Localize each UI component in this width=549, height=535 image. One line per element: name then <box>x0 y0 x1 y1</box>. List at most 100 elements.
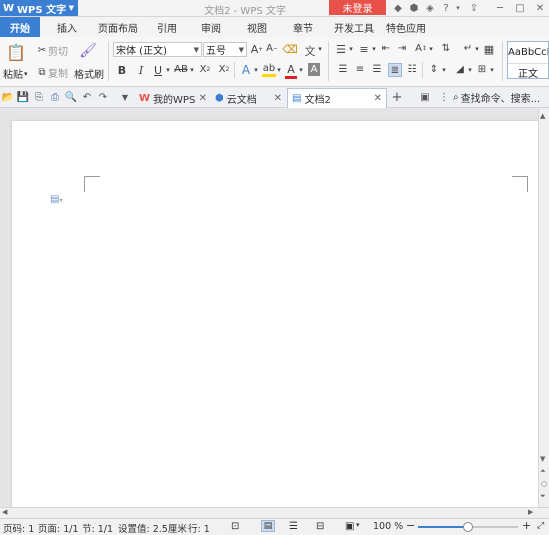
chevron-down-icon[interactable]: ▾ <box>253 66 259 74</box>
web-view-icon[interactable]: ⊟ <box>316 521 324 532</box>
undo-icon[interactable]: ↶ <box>81 91 93 103</box>
scroll-right-icon[interactable]: ▶ <box>528 508 533 516</box>
scroll-left-icon[interactable]: ◀ <box>2 508 7 516</box>
chevron-down-icon[interactable]: ▾ <box>165 66 171 74</box>
reading-view-icon[interactable]: ▣ <box>345 521 354 532</box>
app-menu-button[interactable]: W WPS 文字 ▼ <box>0 0 78 16</box>
command-search[interactable]: ⌕ 查找命令、搜索... <box>453 90 549 105</box>
distributed-align-icon[interactable]: ☷ <box>406 64 418 75</box>
tab-list-icon[interactable]: ▣ <box>419 91 431 103</box>
upload-icon[interactable]: ⇪ <box>468 2 480 14</box>
strikethrough-icon[interactable]: AB <box>174 64 188 75</box>
tab-chapter[interactable]: 章节 <box>288 17 318 37</box>
zoom-slider-thumb[interactable] <box>463 522 473 532</box>
highlight-icon[interactable]: ab <box>262 63 276 77</box>
copy-button[interactable]: ⧉ 复制 <box>36 65 68 80</box>
tab-references[interactable]: 引用 <box>152 17 182 37</box>
grow-font-icon[interactable]: A + <box>251 43 264 56</box>
chevron-down-icon[interactable]: ▾ <box>348 45 354 53</box>
prev-page-icon[interactable]: ⏶ <box>540 467 546 476</box>
format-painter-label[interactable]: 格式刷 <box>74 66 104 81</box>
open-folder-icon[interactable]: 📂 <box>2 91 14 103</box>
paragraph-mark-icon[interactable]: ↵ <box>462 43 474 54</box>
tab-review[interactable]: 审阅 <box>196 17 226 37</box>
select-browse-object-icon[interactable]: ○ <box>541 480 547 488</box>
phonetic-guide-icon[interactable]: 文 <box>304 43 316 59</box>
chevron-down-icon[interactable]: ▾ <box>474 45 480 53</box>
justify-icon[interactable]: ≣ <box>388 63 402 77</box>
table-icon[interactable]: ▦ <box>483 43 495 56</box>
fit-window-icon[interactable]: ⤢ <box>537 521 544 531</box>
tab-home[interactable]: 开始 <box>0 17 40 37</box>
paste-button[interactable]: 粘贴 ▾ <box>3 66 28 82</box>
clear-format-icon[interactable]: ⌫ <box>282 43 298 56</box>
numbered-list-icon[interactable]: ≡ <box>357 43 371 56</box>
close-icon[interactable]: ✕ <box>199 93 207 104</box>
paragraph-options-icon[interactable]: ▤▾ <box>50 194 62 205</box>
tab-document2[interactable]: ▤ 文档2 ✕ <box>287 88 387 108</box>
paste-icon[interactable]: 📋 <box>6 42 26 62</box>
cut-button[interactable]: ✂ 剪切 <box>36 43 68 58</box>
italic-icon[interactable]: I <box>135 64 147 77</box>
chevron-down-icon[interactable]: ▾ <box>276 66 282 74</box>
underline-icon[interactable]: U <box>152 64 164 77</box>
bold-icon[interactable]: B <box>116 64 128 77</box>
maximize-icon[interactable]: □ <box>514 2 526 14</box>
bullet-list-icon[interactable]: ☰ <box>334 43 348 56</box>
vertical-scrollbar[interactable] <box>538 109 549 507</box>
text-effect-icon[interactable]: A <box>240 63 252 77</box>
shading-icon[interactable]: ◢ <box>454 64 466 75</box>
align-center-icon[interactable]: ≡ <box>354 64 366 75</box>
font-color-icon[interactable]: A <box>285 63 297 79</box>
zoom-slider[interactable] <box>418 522 518 532</box>
theme-icon[interactable]: ◈ <box>424 2 436 14</box>
change-case-icon[interactable]: A ↕ <box>414 43 428 54</box>
customize-toolbar-icon[interactable]: ▼ <box>119 91 131 103</box>
decrease-indent-icon[interactable]: ⇤ <box>380 43 392 54</box>
line-spacing-icon[interactable]: ⇕ <box>428 64 440 75</box>
close-icon[interactable]: ✕ <box>274 93 282 104</box>
subscript-icon[interactable]: X2 <box>217 64 231 75</box>
chevron-down-icon[interactable]: ▾ <box>441 66 447 74</box>
borders-icon[interactable]: ⊞ <box>476 64 488 75</box>
scroll-down-icon[interactable]: ▼ <box>540 455 545 463</box>
character-shading-icon[interactable]: A <box>308 63 320 76</box>
new-tab-button[interactable]: + <box>391 90 403 105</box>
tab-insert[interactable]: 插入 <box>50 17 84 37</box>
font-name-select[interactable]: 宋体 (正文) ▼ <box>113 42 202 57</box>
help-dropdown-icon[interactable]: ▾ <box>452 2 464 14</box>
focus-mode-icon[interactable]: ⊡ <box>231 521 239 532</box>
chevron-down-icon[interactable]: ▾ <box>356 521 360 529</box>
chevron-down-icon[interactable]: ▾ <box>428 45 434 53</box>
style-gallery-normal[interactable]: AaBbCcD 正文 <box>507 41 549 80</box>
close-icon[interactable]: ✕ <box>374 93 382 104</box>
export-icon[interactable]: ⎘ <box>33 91 45 103</box>
save-icon[interactable]: 💾 <box>17 91 29 103</box>
help-icon[interactable]: ? <box>440 2 452 14</box>
format-painter-icon[interactable]: 🖌 <box>79 42 97 60</box>
zoom-in-button[interactable]: + <box>522 519 531 532</box>
tab-page-layout[interactable]: 页面布局 <box>94 17 142 37</box>
zoom-out-button[interactable]: − <box>406 519 415 532</box>
chevron-down-icon[interactable]: ▾ <box>317 45 323 53</box>
more-icon[interactable]: ⋮ <box>438 91 450 103</box>
sort-icon[interactable]: ⇅ <box>440 43 452 54</box>
font-size-select[interactable]: 五号 ▼ <box>203 42 247 57</box>
chevron-down-icon[interactable]: ▾ <box>467 66 473 74</box>
align-right-icon[interactable]: ☰ <box>371 64 383 75</box>
tab-features[interactable]: 特色应用 <box>382 17 430 37</box>
chevron-down-icon[interactable]: ▾ <box>298 66 304 74</box>
login-button[interactable]: 未登录 <box>329 0 386 15</box>
outline-view-icon[interactable]: ☰ <box>289 521 298 532</box>
horizontal-scrollbar[interactable] <box>0 507 549 518</box>
align-left-icon[interactable]: ☰ <box>337 64 349 75</box>
settings-hex-icon[interactable]: ⬢ <box>408 2 420 14</box>
skin-icon[interactable]: ◆ <box>392 2 404 14</box>
tab-developer[interactable]: 开发工具 <box>330 17 378 37</box>
chevron-down-icon[interactable]: ▾ <box>189 66 195 74</box>
redo-icon[interactable]: ↷ <box>97 91 109 103</box>
next-page-icon[interactable]: ⏷ <box>540 492 546 501</box>
tab-view[interactable]: 视图 <box>242 17 272 37</box>
shrink-font-icon[interactable]: A − <box>266 43 278 54</box>
superscript-icon[interactable]: X2 <box>198 64 212 75</box>
